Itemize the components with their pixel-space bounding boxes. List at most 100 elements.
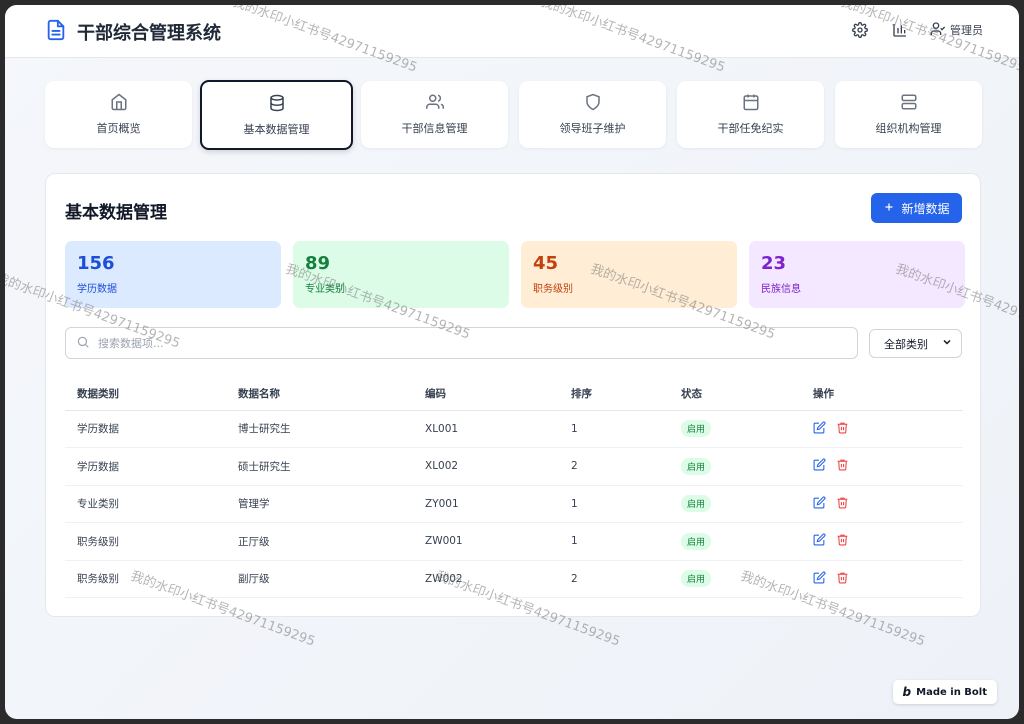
trash-icon[interactable]	[836, 571, 849, 584]
table-row: 学历数据 硕士研究生 XL002 2 启用	[65, 447, 963, 486]
top-header: 干部综合管理系统 管理员	[5, 5, 1019, 58]
bar-chart-icon[interactable]	[890, 20, 910, 40]
cell-actions	[801, 447, 963, 486]
cell-name: 副厅级	[226, 560, 413, 598]
cell-category: 学历数据	[65, 410, 226, 448]
edit-icon[interactable]	[813, 421, 826, 434]
nav-label: 领导班子维护	[559, 122, 626, 135]
cell-name: 硕士研究生	[226, 447, 413, 486]
nav-label: 基本数据管理	[243, 122, 310, 136]
gear-icon[interactable]	[850, 20, 870, 40]
cell-order: 2	[559, 447, 669, 486]
stat-value: 89	[305, 253, 331, 274]
server-icon	[900, 93, 918, 114]
edit-icon[interactable]	[813, 571, 826, 584]
nav-home[interactable]: 首页概览	[45, 81, 192, 148]
nav-label: 干部信息管理	[401, 122, 468, 135]
cell-status: 启用	[669, 560, 801, 598]
category-select-value: 全部类别	[884, 337, 928, 351]
calendar-icon	[742, 93, 760, 114]
add-data-button[interactable]: 新增数据	[871, 193, 962, 223]
stat-card-position: 45 职务级别	[521, 241, 737, 308]
cell-order: 2	[559, 560, 669, 598]
made-in-bolt-badge[interactable]: b Made in Bolt	[892, 680, 997, 704]
user-menu[interactable]: 管理员	[930, 21, 983, 40]
cell-name: 正厅级	[226, 522, 413, 561]
cell-order: 1	[559, 522, 669, 561]
trash-icon[interactable]	[836, 496, 849, 509]
category-select[interactable]: 全部类别	[869, 329, 962, 358]
stat-card-major: 89 专业类别	[293, 241, 509, 308]
edit-icon[interactable]	[813, 458, 826, 471]
module-nav: 首页概览 基本数据管理 干部信息管理 领导班子维护 干部任免纪实 组织机构管理	[45, 80, 982, 150]
trash-icon[interactable]	[836, 458, 849, 471]
nav-label: 首页概览	[96, 122, 141, 135]
edit-icon[interactable]	[813, 533, 826, 546]
bolt-logo-icon: b	[902, 685, 912, 699]
database-icon	[268, 94, 286, 115]
cell-actions	[801, 485, 963, 523]
cell-category: 职务级别	[65, 560, 226, 598]
nav-basic-data[interactable]: 基本数据管理	[200, 80, 353, 150]
brand: 干部综合管理系统	[45, 18, 221, 46]
document-icon	[45, 18, 67, 46]
col-code: 编码	[413, 378, 559, 411]
trash-icon[interactable]	[836, 421, 849, 434]
panel-title: 基本数据管理	[65, 203, 167, 223]
stat-label: 专业类别	[305, 284, 345, 295]
table-row: 学历数据 博士研究生 XL001 1 启用	[65, 410, 963, 448]
nav-label: 组织机构管理	[875, 122, 942, 135]
stat-card-education: 156 学历数据	[65, 241, 281, 308]
cell-code: ZW001	[413, 522, 559, 561]
trash-icon[interactable]	[836, 533, 849, 546]
cell-status: 启用	[669, 410, 801, 448]
app-title: 干部综合管理系统	[77, 23, 221, 44]
nav-label: 干部任免纪实	[717, 122, 784, 135]
stat-value: 45	[533, 253, 559, 274]
cell-order: 1	[559, 485, 669, 523]
users-icon	[425, 93, 444, 114]
status-badge: 启用	[681, 495, 712, 513]
nav-cadre-info[interactable]: 干部信息管理	[361, 81, 508, 148]
cell-category: 专业类别	[65, 485, 226, 523]
table-row: 职务级别 副厅级 ZW002 2 启用	[65, 560, 963, 598]
cell-order: 1	[559, 410, 669, 448]
col-actions: 操作	[801, 378, 963, 411]
cell-actions	[801, 410, 963, 448]
search-box	[65, 327, 858, 359]
cell-code: ZY001	[413, 485, 559, 523]
stat-label: 学历数据	[77, 284, 117, 295]
stat-value: 156	[77, 253, 115, 274]
table-row: 职务级别 正厅级 ZW001 1 启用	[65, 522, 963, 561]
shield-icon	[584, 93, 602, 114]
status-badge: 启用	[681, 532, 712, 550]
cell-status: 启用	[669, 485, 801, 523]
plus-icon	[883, 201, 895, 216]
user-name: 管理员	[950, 24, 983, 37]
nav-organization[interactable]: 组织机构管理	[835, 81, 982, 148]
edit-icon[interactable]	[813, 496, 826, 509]
basic-data-panel: 基本数据管理 新增数据 156 学历数据 89 专业类别 45 职务级别 23 …	[45, 173, 981, 617]
cell-category: 学历数据	[65, 447, 226, 486]
stat-label: 职务级别	[533, 284, 573, 295]
col-name: 数据名称	[226, 378, 413, 411]
cell-status: 启用	[669, 522, 801, 561]
search-icon	[76, 334, 90, 353]
stat-label: 民族信息	[761, 284, 801, 295]
add-data-label: 新增数据	[901, 201, 950, 216]
cell-status: 启用	[669, 447, 801, 486]
header-actions: 管理员	[850, 20, 983, 40]
home-icon	[110, 93, 128, 114]
col-status: 状态	[669, 378, 801, 411]
cell-name: 博士研究生	[226, 410, 413, 448]
cell-category: 职务级别	[65, 522, 226, 561]
search-input[interactable]	[98, 336, 838, 350]
nav-appointment[interactable]: 干部任免纪实	[677, 81, 824, 148]
cell-code: ZW002	[413, 560, 559, 598]
app-window: 干部综合管理系统 管理员 首页概览 基本数据管理 干部信息管理 领导班子维护 干…	[5, 5, 1019, 719]
status-badge: 启用	[681, 457, 712, 475]
nav-leadership[interactable]: 领导班子维护	[519, 81, 666, 148]
col-order: 排序	[559, 378, 669, 411]
status-badge: 启用	[681, 420, 712, 438]
stat-card-ethnicity: 23 民族信息	[749, 241, 965, 308]
